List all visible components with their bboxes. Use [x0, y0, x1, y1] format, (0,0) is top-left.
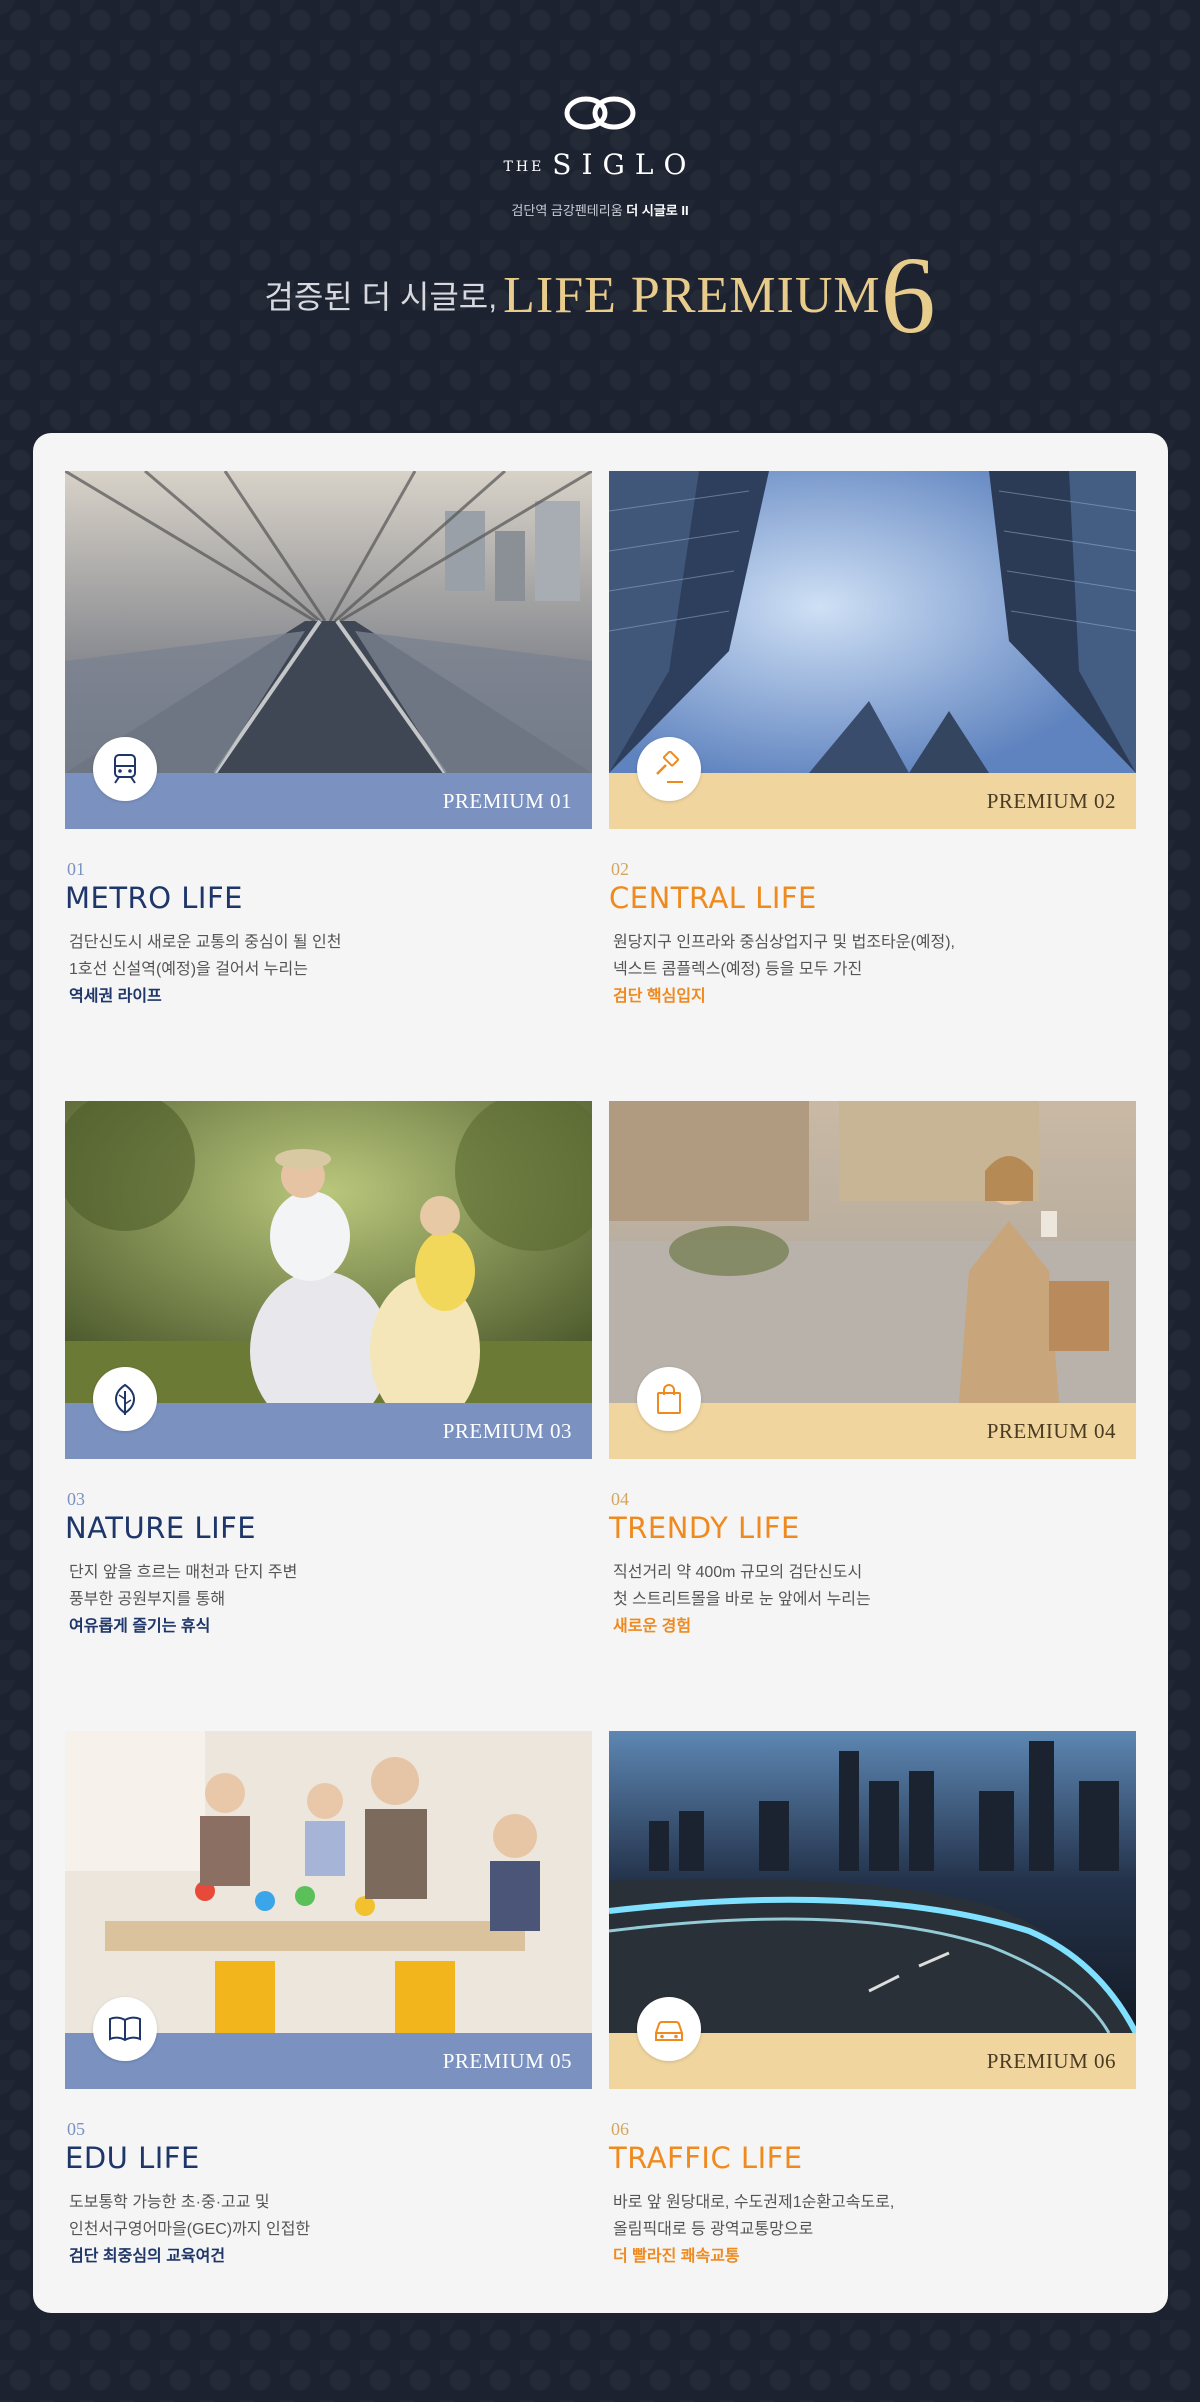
page-headline: 검증된 더 시글로, LIFE PREMIUM6: [264, 234, 936, 356]
siglo-logo-icon: [564, 96, 636, 130]
card-number: 03: [67, 1489, 85, 1509]
card-title: METRO LIFE: [65, 881, 243, 915]
card-description: 도보통학 가능한 초·중·고교 및 인천서구영어마을(GEC)까지 인접한 검단 최…: [69, 2194, 311, 2265]
premium-card-trendy: PREMIUM 04 04 TRENDY LIFE 직선거리 약 400m 규모…: [609, 1101, 1136, 1641]
card-title: EDU LIFE: [65, 2141, 200, 2175]
shopping-bag-icon: [637, 1367, 701, 1431]
premium-label: PREMIUM 01: [442, 789, 572, 813]
edu-photo: [65, 1731, 592, 2033]
nature-photo: [65, 1101, 592, 1403]
leaf-icon: [93, 1367, 157, 1431]
premium-label: PREMIUM 02: [986, 789, 1116, 813]
premium-label: PREMIUM 05: [442, 2049, 572, 2073]
train-icon: [93, 737, 157, 801]
premium-card-central: PREMIUM 02 02 CENTRAL LIFE 원당지구 인프라와 중심상…: [609, 471, 1136, 1011]
brand-logo-text: THE SIGLO: [503, 148, 697, 181]
central-photo: [609, 471, 1136, 773]
page-header: THE SIGLO 검단역 금강펜테리움 더 시글로 II 검증된 더 시글로, L…: [0, 0, 1200, 430]
premium-card-edu: PREMIUM 05 05 EDU LIFE 도보통학 가능한 초·중·고교 및…: [65, 1731, 592, 2271]
premium-card-metro: PREMIUM 01 01 METRO LIFE 검단신도시 새로운 교통의 중…: [65, 471, 592, 1011]
open-book-icon: [93, 1997, 157, 2061]
card-number: 06: [611, 2119, 629, 2139]
card-description: 바로 앞 원당대로, 수도권제1순환고속도로, 올림픽대로 등 광역교통망으로 더 …: [613, 2194, 895, 2265]
card-title: TRENDY LIFE: [609, 1511, 800, 1545]
card-number: 01: [67, 859, 85, 879]
brand-subtitle: 검단역 금강펜테리움 더 시글로 II: [511, 203, 689, 218]
trendy-photo: [609, 1101, 1136, 1403]
traffic-photo: [609, 1731, 1136, 2033]
card-number: 04: [611, 1489, 629, 1509]
premium-card-nature: PREMIUM 03 03 NATURE LIFE 단지 앞을 흐르는 매천과 …: [65, 1101, 592, 1641]
car-icon: [637, 1997, 701, 2061]
premium-card-traffic: PREMIUM 06 06 TRAFFIC LIFE 바로 앞 원당대로, 수도…: [609, 1731, 1136, 2271]
card-number: 05: [67, 2119, 85, 2139]
card-title: TRAFFIC LIFE: [609, 2141, 803, 2175]
card-description: 검단신도시 새로운 교통의 중심이 될 인천 1호선 신설역(예정)을 걸어서 누…: [69, 934, 342, 1005]
card-number: 02: [611, 859, 629, 879]
premium-label: PREMIUM 04: [986, 1419, 1116, 1443]
card-description: 원당지구 인프라와 중심상업지구 및 법조타운(예정), 넥스트 콤플렉스(예정)…: [613, 934, 956, 1005]
card-description: 직선거리 약 400m 규모의 검단신도시 첫 스트리트몰을 바로 눈 앞에서 누…: [613, 1564, 871, 1635]
premium-panel: PREMIUM 01 01 METRO LIFE 검단신도시 새로운 교통의 중…: [33, 433, 1168, 2313]
gavel-icon: [637, 737, 701, 801]
premium-label: PREMIUM 06: [986, 2049, 1116, 2073]
premium-label: PREMIUM 03: [442, 1419, 572, 1443]
card-title: CENTRAL LIFE: [609, 881, 817, 915]
card-title: NATURE LIFE: [65, 1511, 257, 1545]
card-description: 단지 앞을 흐르는 매천과 단지 주변 풍부한 공원부지를 통해 여유롭게 즐기는 …: [69, 1564, 298, 1635]
metro-photo: [65, 471, 592, 773]
